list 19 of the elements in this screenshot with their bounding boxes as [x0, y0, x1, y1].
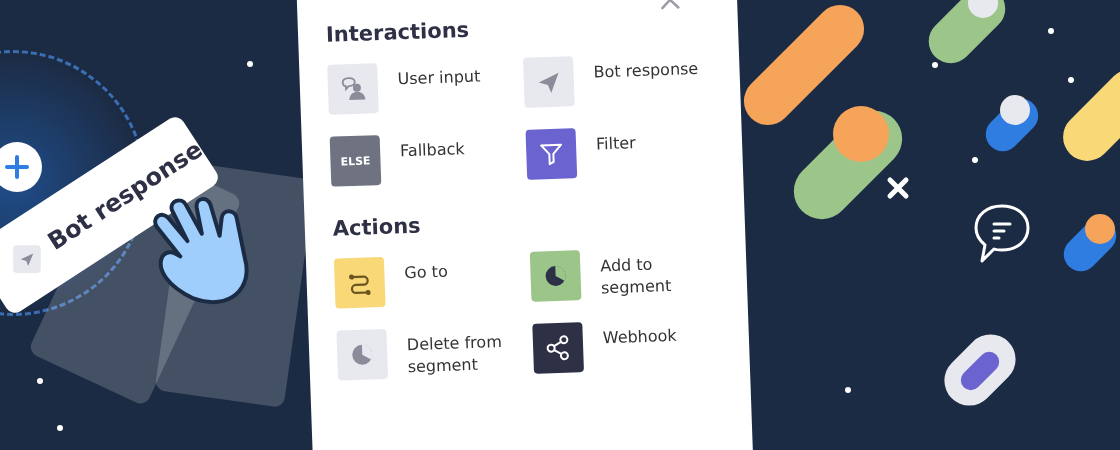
circle-shape [1085, 214, 1115, 244]
action-label: Add to segment [599, 253, 673, 299]
action-label: Filter [595, 132, 637, 156]
section-title: Actions [332, 212, 423, 241]
action-label: Go to [404, 260, 449, 284]
cross-shape [885, 175, 911, 201]
action-icon[interactable]: ELSE [329, 135, 382, 187]
circle-shape [1000, 95, 1030, 125]
action-icon[interactable] [532, 322, 584, 374]
action-label: User input [397, 65, 481, 90]
action-label: Bot response [593, 57, 699, 84]
action-label: Fallback [399, 138, 465, 162]
action-label: Webhook [602, 324, 678, 349]
section-title: Interactions [325, 16, 471, 47]
action-icon[interactable] [529, 250, 582, 302]
plus-icon [4, 154, 30, 180]
action-icon[interactable] [333, 256, 386, 309]
action-label: Delete from segment [406, 330, 504, 378]
circle-shape [833, 106, 889, 162]
